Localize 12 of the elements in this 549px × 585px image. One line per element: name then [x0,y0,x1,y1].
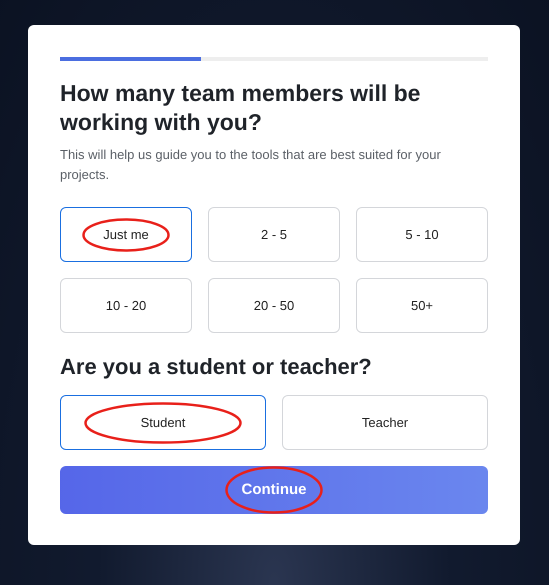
question-subtitle: This will help us guide you to the tools that are best suited for your projects. [60,146,442,184]
option-button[interactable]: 2 - 5 [208,207,340,262]
option-button[interactable]: Teacher [282,395,488,450]
question-title: Are you a student or teacher? [60,353,373,381]
continue-button[interactable]: Continue [60,466,488,514]
question-title: How many team members will be working with you? [60,79,422,137]
option-button[interactable]: 20 - 50 [208,278,340,333]
option-button[interactable]: Just me [60,207,192,262]
option-button[interactable]: 10 - 20 [60,278,192,333]
option-button[interactable]: Student [60,395,266,450]
option-button[interactable]: 5 - 10 [356,207,488,262]
option-button[interactable]: 50+ [356,278,488,333]
